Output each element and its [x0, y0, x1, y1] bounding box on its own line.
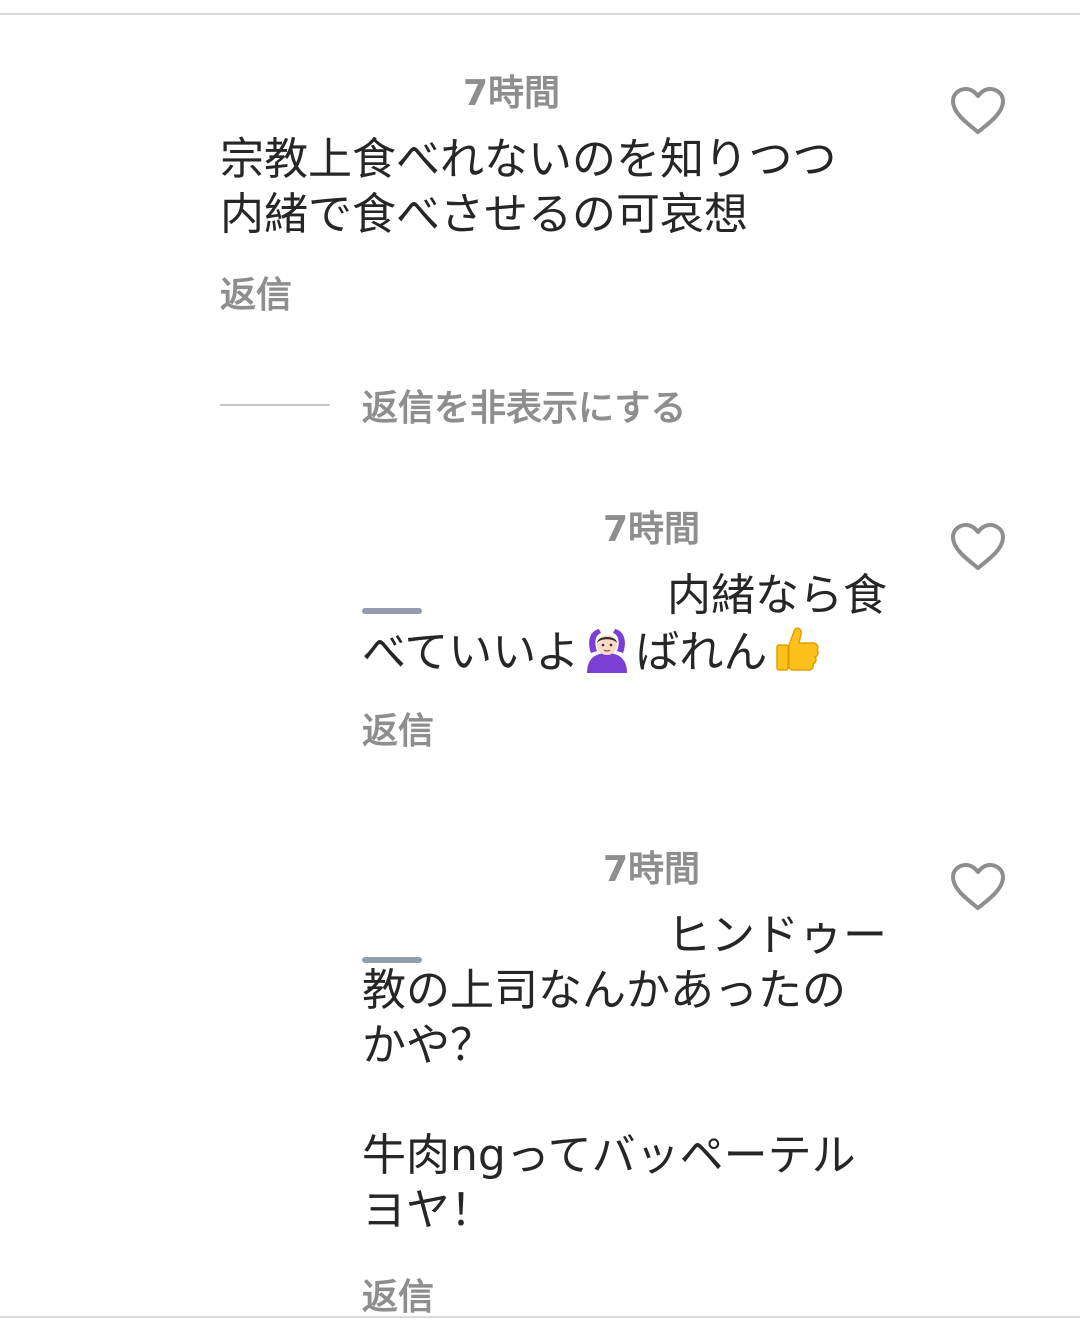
comment-text-body: 教の上司なんかあったの かや？ 牛肉ngってバッペーテル ヨヤ！: [362, 965, 856, 1236]
reply-button[interactable]: 返信: [362, 1268, 434, 1320]
reply-button[interactable]: 返信: [362, 702, 434, 754]
hide-replies-label: 返信を非表示にする: [362, 388, 687, 429]
comment-text-line2: べていいよ ばれん: [362, 623, 823, 680]
comment-text-part: べていいよ: [362, 627, 580, 678]
thumbs-up-icon: [769, 623, 821, 675]
comment-timestamp: 7時間: [603, 509, 701, 550]
comment-timestamp: 7時間: [603, 849, 701, 890]
comment-text-line1: 内緒なら食: [667, 570, 887, 621]
hide-replies-button[interactable]: 返信を非表示にする: [220, 380, 686, 430]
comment-text-part: ばれん: [635, 627, 768, 678]
hide-replies-line: [220, 404, 330, 406]
person-gesturing-ok-icon: [581, 623, 633, 675]
username-redacted: [362, 608, 422, 614]
comment-text: 宗教上食べれないのを知りつつ 内緒で食べさせるの可哀想: [220, 134, 837, 240]
bottom-divider: [0, 1316, 1080, 1318]
comments-page: 7時間 宗教上食べれないのを知りつつ 内緒で食べさせるの可哀想 返信 返信を非表…: [0, 0, 1080, 1335]
heart-icon[interactable]: [950, 862, 1006, 912]
comment-timestamp: 7時間: [463, 73, 561, 114]
comment-text-line1: ヒンドゥー: [667, 910, 887, 961]
reply-button[interactable]: 返信: [220, 266, 292, 318]
top-divider: [0, 13, 1080, 15]
heart-icon[interactable]: [950, 522, 1006, 572]
heart-icon[interactable]: [950, 86, 1006, 136]
